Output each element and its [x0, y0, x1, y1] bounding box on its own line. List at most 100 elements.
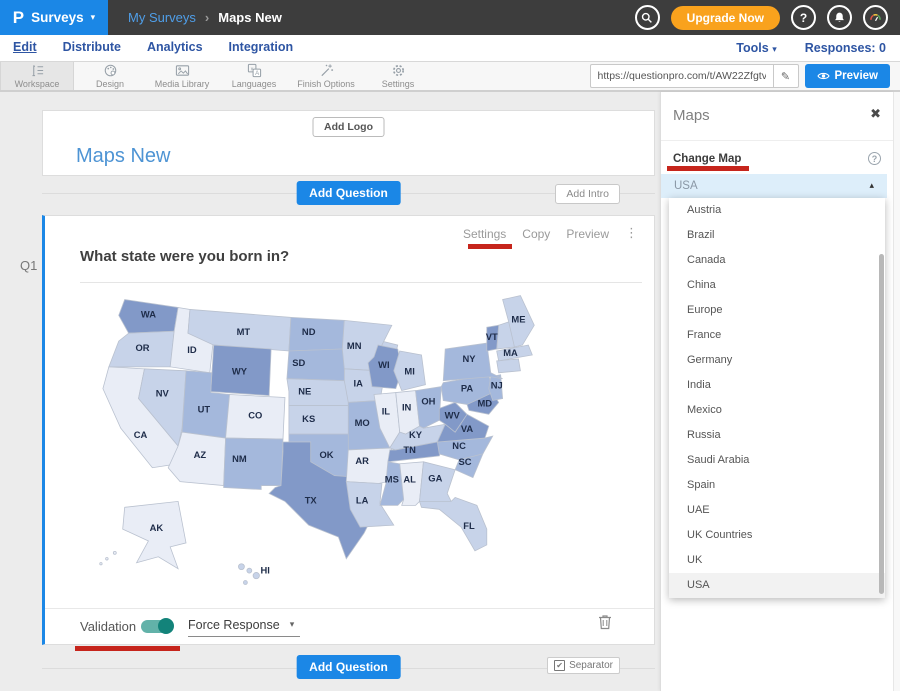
state-label-KS: KS	[302, 413, 315, 424]
add-question-button-top[interactable]: Add Question	[296, 181, 401, 205]
state-label-IN: IN	[402, 401, 412, 412]
change-map-label: Change Map	[673, 153, 741, 165]
map-option-spain[interactable]: Spain	[669, 473, 885, 498]
survey-url-group: ✎	[590, 64, 799, 88]
state-label-MS: MS	[385, 474, 399, 485]
toolbar-languages[interactable]: xALanguages	[218, 62, 290, 90]
state-label-NY: NY	[462, 353, 476, 364]
state-label-OH: OH	[421, 395, 435, 406]
add-intro-button[interactable]: Add Intro	[555, 184, 620, 204]
search-button[interactable]	[635, 5, 660, 30]
map-option-europe[interactable]: Europe	[669, 298, 885, 323]
state-HI-island[interactable]	[253, 572, 259, 578]
toolbar-design[interactable]: Design	[74, 62, 146, 90]
preview-button[interactable]: Preview	[805, 64, 890, 88]
question-action-preview[interactable]: Preview	[566, 227, 609, 241]
tab-analytics[interactable]: Analytics	[147, 40, 203, 56]
map-option-france[interactable]: France	[669, 323, 885, 348]
edit-toolbar: WorkspaceDesignMedia LibraryxALanguagesF…	[0, 62, 900, 92]
state-AK[interactable]	[123, 501, 186, 568]
questionpro-logo: P	[13, 8, 24, 28]
trash-icon	[598, 614, 612, 630]
question-action-settings[interactable]: Settings	[463, 227, 506, 241]
state-label-ME: ME	[511, 313, 525, 324]
workspace-icon	[30, 64, 45, 78]
add-question-button-bottom[interactable]: Add Question	[296, 655, 401, 679]
separator-button[interactable]: ✔ Separator	[547, 657, 620, 674]
map-option-mexico[interactable]: Mexico	[669, 398, 885, 423]
state-label-SC: SC	[459, 456, 472, 467]
state-HI-island[interactable]	[247, 568, 252, 573]
media-library-icon	[175, 64, 190, 78]
map-option-uk-countries[interactable]: UK Countries	[669, 523, 885, 548]
close-icon: ✖	[870, 107, 881, 122]
breadcrumb-my-surveys[interactable]: My Surveys	[128, 10, 196, 25]
question-action-copy[interactable]: Copy	[522, 227, 550, 241]
state-label-PA: PA	[461, 383, 474, 394]
account-menu-button[interactable]	[863, 5, 888, 30]
question-text[interactable]: What state were you born in?	[80, 248, 289, 265]
help-button[interactable]: ?	[791, 5, 816, 30]
dropdown-scrollbar[interactable]	[879, 254, 884, 594]
state-OH[interactable]	[416, 387, 442, 429]
state-HI-island[interactable]	[243, 581, 247, 585]
state-label-CO: CO	[248, 409, 262, 420]
map-option-germany[interactable]: Germany	[669, 348, 885, 373]
toolbar-settings[interactable]: Settings	[362, 62, 434, 90]
map-option-russia[interactable]: Russia	[669, 423, 885, 448]
question-actions: Settings Copy Preview ⋮	[463, 226, 638, 241]
workspace-area: Add Logo Maps New Add Question Add Intro…	[0, 92, 900, 691]
map-option-china[interactable]: China	[669, 273, 885, 298]
map-option-canada[interactable]: Canada	[669, 248, 885, 273]
map-options-dropdown: AustriaBrazilCanadaChinaEuropeFranceGerm…	[669, 198, 885, 598]
delete-question-button[interactable]	[598, 614, 612, 630]
tab-integration[interactable]: Integration	[229, 40, 294, 56]
state-label-TX: TX	[305, 494, 318, 505]
toolbar-media-library[interactable]: Media Library	[146, 62, 218, 90]
help-icon[interactable]: ?	[868, 152, 881, 165]
survey-nav: Edit Distribute Analytics Integration Tools…	[0, 35, 900, 62]
usa-map: WAORCANVIDMTWYUTCOAZNMNDSDNEKSOKTXMNIAMO…	[95, 292, 560, 597]
map-option-saudi-arabia[interactable]: Saudi Arabia	[669, 448, 885, 473]
state-label-TN: TN	[403, 444, 416, 455]
map-option-uk[interactable]: UK	[669, 548, 885, 573]
notifications-button[interactable]	[827, 5, 852, 30]
map-option-usa[interactable]: USA	[669, 573, 885, 598]
usage-gauge-icon	[868, 10, 883, 25]
state-label-OK: OK	[319, 449, 333, 460]
map-option-uae[interactable]: UAE	[669, 498, 885, 523]
map-select[interactable]: USA ▴	[661, 174, 887, 198]
state-FL[interactable]	[420, 497, 487, 550]
state-HI-island[interactable]	[238, 564, 244, 570]
force-response-dropdown[interactable]: Force Response ▾	[188, 618, 300, 637]
map-option-brazil[interactable]: Brazil	[669, 223, 885, 248]
survey-title[interactable]: Maps New	[76, 145, 170, 168]
state-label-MD: MD	[478, 397, 493, 408]
page-scrollbar[interactable]	[893, 92, 900, 691]
validation-label: Validation	[80, 619, 136, 634]
toolbar-workspace[interactable]: Workspace	[0, 62, 74, 90]
survey-url-input[interactable]	[591, 70, 773, 82]
map-option-india[interactable]: India	[669, 373, 885, 398]
responses-count[interactable]: Responses: 0	[805, 41, 886, 55]
panel-title: Maps	[673, 107, 710, 124]
question-card: Settings Copy Preview ⋮ What state were you…	[42, 215, 655, 645]
tab-distribute[interactable]: Distribute	[63, 40, 121, 56]
state-label-MT: MT	[237, 326, 251, 337]
state-ND[interactable]	[289, 317, 344, 351]
edit-url-button[interactable]: ✎	[773, 65, 798, 87]
chevron-down-icon: ▾	[290, 620, 295, 630]
question-more-menu[interactable]: ⋮	[625, 226, 638, 241]
tools-menu[interactable]: Tools ▾	[736, 41, 776, 55]
add-logo-button[interactable]: Add Logo	[312, 117, 385, 137]
toolbar-finish-options[interactable]: Finish Options	[290, 62, 362, 90]
upgrade-now-button[interactable]: Upgrade Now	[671, 6, 780, 30]
state-label-GA: GA	[428, 473, 442, 484]
survey-header-card: Add Logo Maps New	[42, 110, 655, 176]
map-option-austria[interactable]: Austria	[669, 198, 885, 223]
tab-edit[interactable]: Edit	[13, 40, 37, 56]
close-panel-button[interactable]: ✖	[870, 107, 881, 122]
bell-icon	[833, 11, 846, 24]
validation-toggle[interactable]	[141, 620, 172, 633]
product-switcher[interactable]: P Surveys ▾	[0, 0, 108, 35]
